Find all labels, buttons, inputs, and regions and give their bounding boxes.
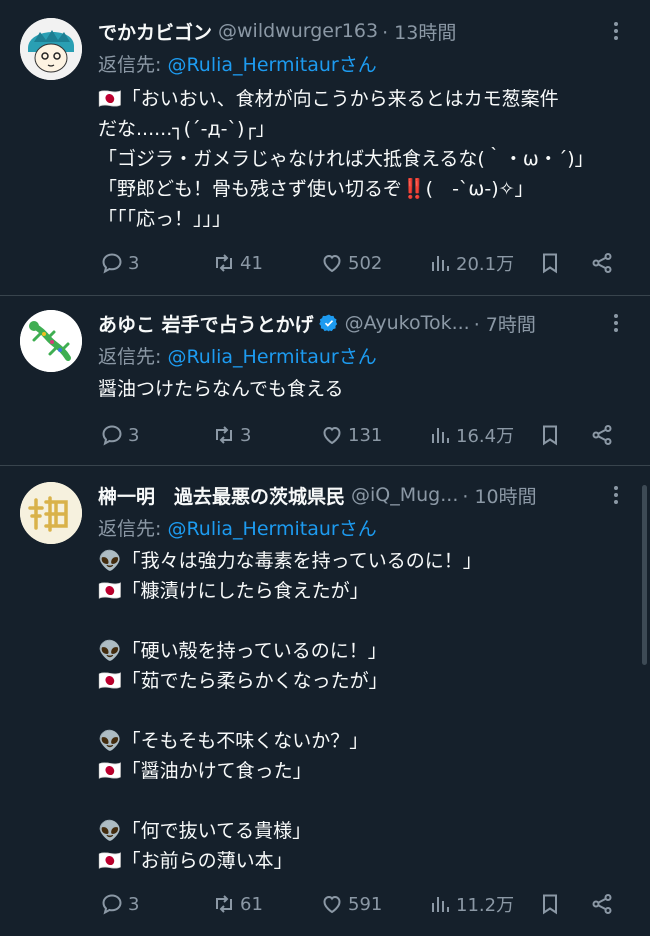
retweet-count: 3: [240, 424, 252, 446]
like-icon: [323, 895, 341, 914]
views-button[interactable]: 16.4万: [428, 419, 514, 451]
scrollbar[interactable]: [642, 485, 647, 665]
reply-button[interactable]: 3: [100, 247, 139, 279]
display-name[interactable]: でかカビゴン: [98, 18, 212, 45]
timestamp[interactable]: · 10時間: [462, 482, 536, 509]
reply-to-mention[interactable]: @Rulia_Hermitaurさん: [167, 346, 376, 368]
retweet-icon: [216, 426, 232, 444]
user-handle[interactable]: @wildwurger163: [218, 20, 378, 42]
bookmark-button[interactable]: [538, 247, 562, 279]
reply-count: 3: [128, 893, 140, 915]
reply-to: 返信先: @Rulia_Hermitaurさん: [98, 514, 377, 541]
retweet-button[interactable]: 3: [212, 419, 251, 451]
share-button[interactable]: [590, 419, 614, 451]
share-button[interactable]: [590, 888, 614, 920]
avatar[interactable]: [20, 482, 82, 544]
timestamp[interactable]: · 13時間: [382, 18, 456, 45]
reply-to-label: 返信先:: [98, 518, 162, 540]
tweet-actions: 3 3 131 16.4万: [100, 419, 630, 451]
tweet-text: 🇯🇵「おいおい、食材が向こうから来るとはカモ葱案件 だな......┐(´-д-…: [98, 88, 594, 230]
reply-to: 返信先: @Rulia_Hermitaurさん: [98, 342, 377, 369]
share-icon: [592, 253, 612, 273]
retweet-icon: [216, 254, 232, 272]
views-button[interactable]: 11.2万: [428, 888, 514, 920]
tweet-header: 榊一明 過去最悪の茨城県民 @iQ_Mug... · 10時間: [98, 480, 610, 510]
display-name[interactable]: あゆこ 岩手で占うとかげ: [98, 310, 314, 337]
like-count: 502: [348, 252, 383, 274]
avatar[interactable]: [20, 310, 82, 372]
reply-to: 返信先: @Rulia_Hermitaurさん: [98, 50, 377, 77]
reply-icon: [102, 894, 122, 915]
retweet-button[interactable]: 61: [212, 888, 263, 920]
tweet-actions: 3 61 591 11.2万: [100, 888, 630, 920]
more-icon[interactable]: [606, 16, 626, 46]
retweet-count: 41: [240, 252, 263, 274]
reply-icon: [102, 425, 122, 446]
reply-to-label: 返信先:: [98, 346, 162, 368]
views-icon: [432, 897, 449, 912]
like-count: 131: [348, 424, 383, 446]
retweet-count: 61: [240, 893, 263, 915]
like-button[interactable]: 131: [320, 419, 382, 451]
bookmark-icon: [543, 894, 557, 915]
tweet-actions: 3 41 502 20.1万: [100, 247, 630, 279]
reply-icon: [102, 253, 122, 274]
views-count: 16.4万: [456, 426, 515, 447]
avatar[interactable]: [20, 18, 82, 80]
reply-to-label: 返信先:: [98, 54, 162, 76]
reply-button[interactable]: 3: [100, 888, 139, 920]
like-icon: [323, 426, 341, 445]
retweet-icon: [216, 895, 232, 913]
user-handle[interactable]: @AyukoTok...: [345, 312, 470, 334]
bookmark-icon: [543, 425, 557, 446]
timestamp[interactable]: · 7時間: [474, 310, 536, 337]
views-count: 20.1万: [456, 254, 515, 275]
share-icon: [592, 894, 612, 914]
reply-to-mention[interactable]: @Rulia_Hermitaurさん: [167, 54, 376, 76]
avatar-image: [20, 482, 82, 544]
verified-badge-icon: [318, 314, 337, 332]
reply-count: 3: [128, 424, 140, 446]
like-button[interactable]: 502: [320, 247, 382, 279]
tweet-header: あゆこ 岩手で占うとかげ @AyukoTok... · 7時間: [98, 308, 610, 338]
bookmark-button[interactable]: [538, 888, 562, 920]
user-handle[interactable]: @iQ_Mug...: [351, 484, 458, 506]
bookmark-icon: [543, 253, 557, 274]
like-button[interactable]: 591: [320, 888, 382, 920]
tweet-text: 👽「我々は強力な毒素を持っているのに！」 🇯🇵「糠漬けにしたら食えたが」 👽「硬…: [98, 550, 482, 872]
like-icon: [323, 254, 341, 273]
avatar-image: [20, 18, 82, 80]
reply-to-mention[interactable]: @Rulia_Hermitaurさん: [167, 518, 376, 540]
views-button[interactable]: 20.1万: [428, 247, 514, 279]
more-icon[interactable]: [606, 480, 626, 510]
views-icon: [432, 256, 449, 271]
views-icon: [432, 428, 449, 443]
tweet[interactable]: あゆこ 岩手で占うとかげ @AyukoTok... · 7時間 返信先: @Ru…: [0, 296, 650, 466]
views-count: 11.2万: [456, 895, 515, 916]
tweet[interactable]: 榊一明 過去最悪の茨城県民 @iQ_Mug... · 10時間 返信先: @Ru…: [0, 466, 650, 936]
share-button[interactable]: [590, 247, 614, 279]
reply-button[interactable]: 3: [100, 419, 139, 451]
like-count: 591: [348, 893, 383, 915]
avatar-image: [20, 310, 82, 372]
tweet[interactable]: でかカビゴン @wildwurger163 · 13時間 返信先: @Rulia…: [0, 0, 650, 296]
more-icon[interactable]: [606, 308, 626, 338]
tweet-text: 醤油つけたらなんでも食える: [98, 378, 344, 400]
retweet-button[interactable]: 41: [212, 247, 263, 279]
share-icon: [592, 425, 612, 445]
display-name[interactable]: 榊一明 過去最悪の茨城県民: [98, 482, 345, 509]
bookmark-button[interactable]: [538, 419, 562, 451]
reply-count: 3: [128, 252, 140, 274]
tweet-header: でかカビゴン @wildwurger163 · 13時間: [98, 16, 610, 46]
